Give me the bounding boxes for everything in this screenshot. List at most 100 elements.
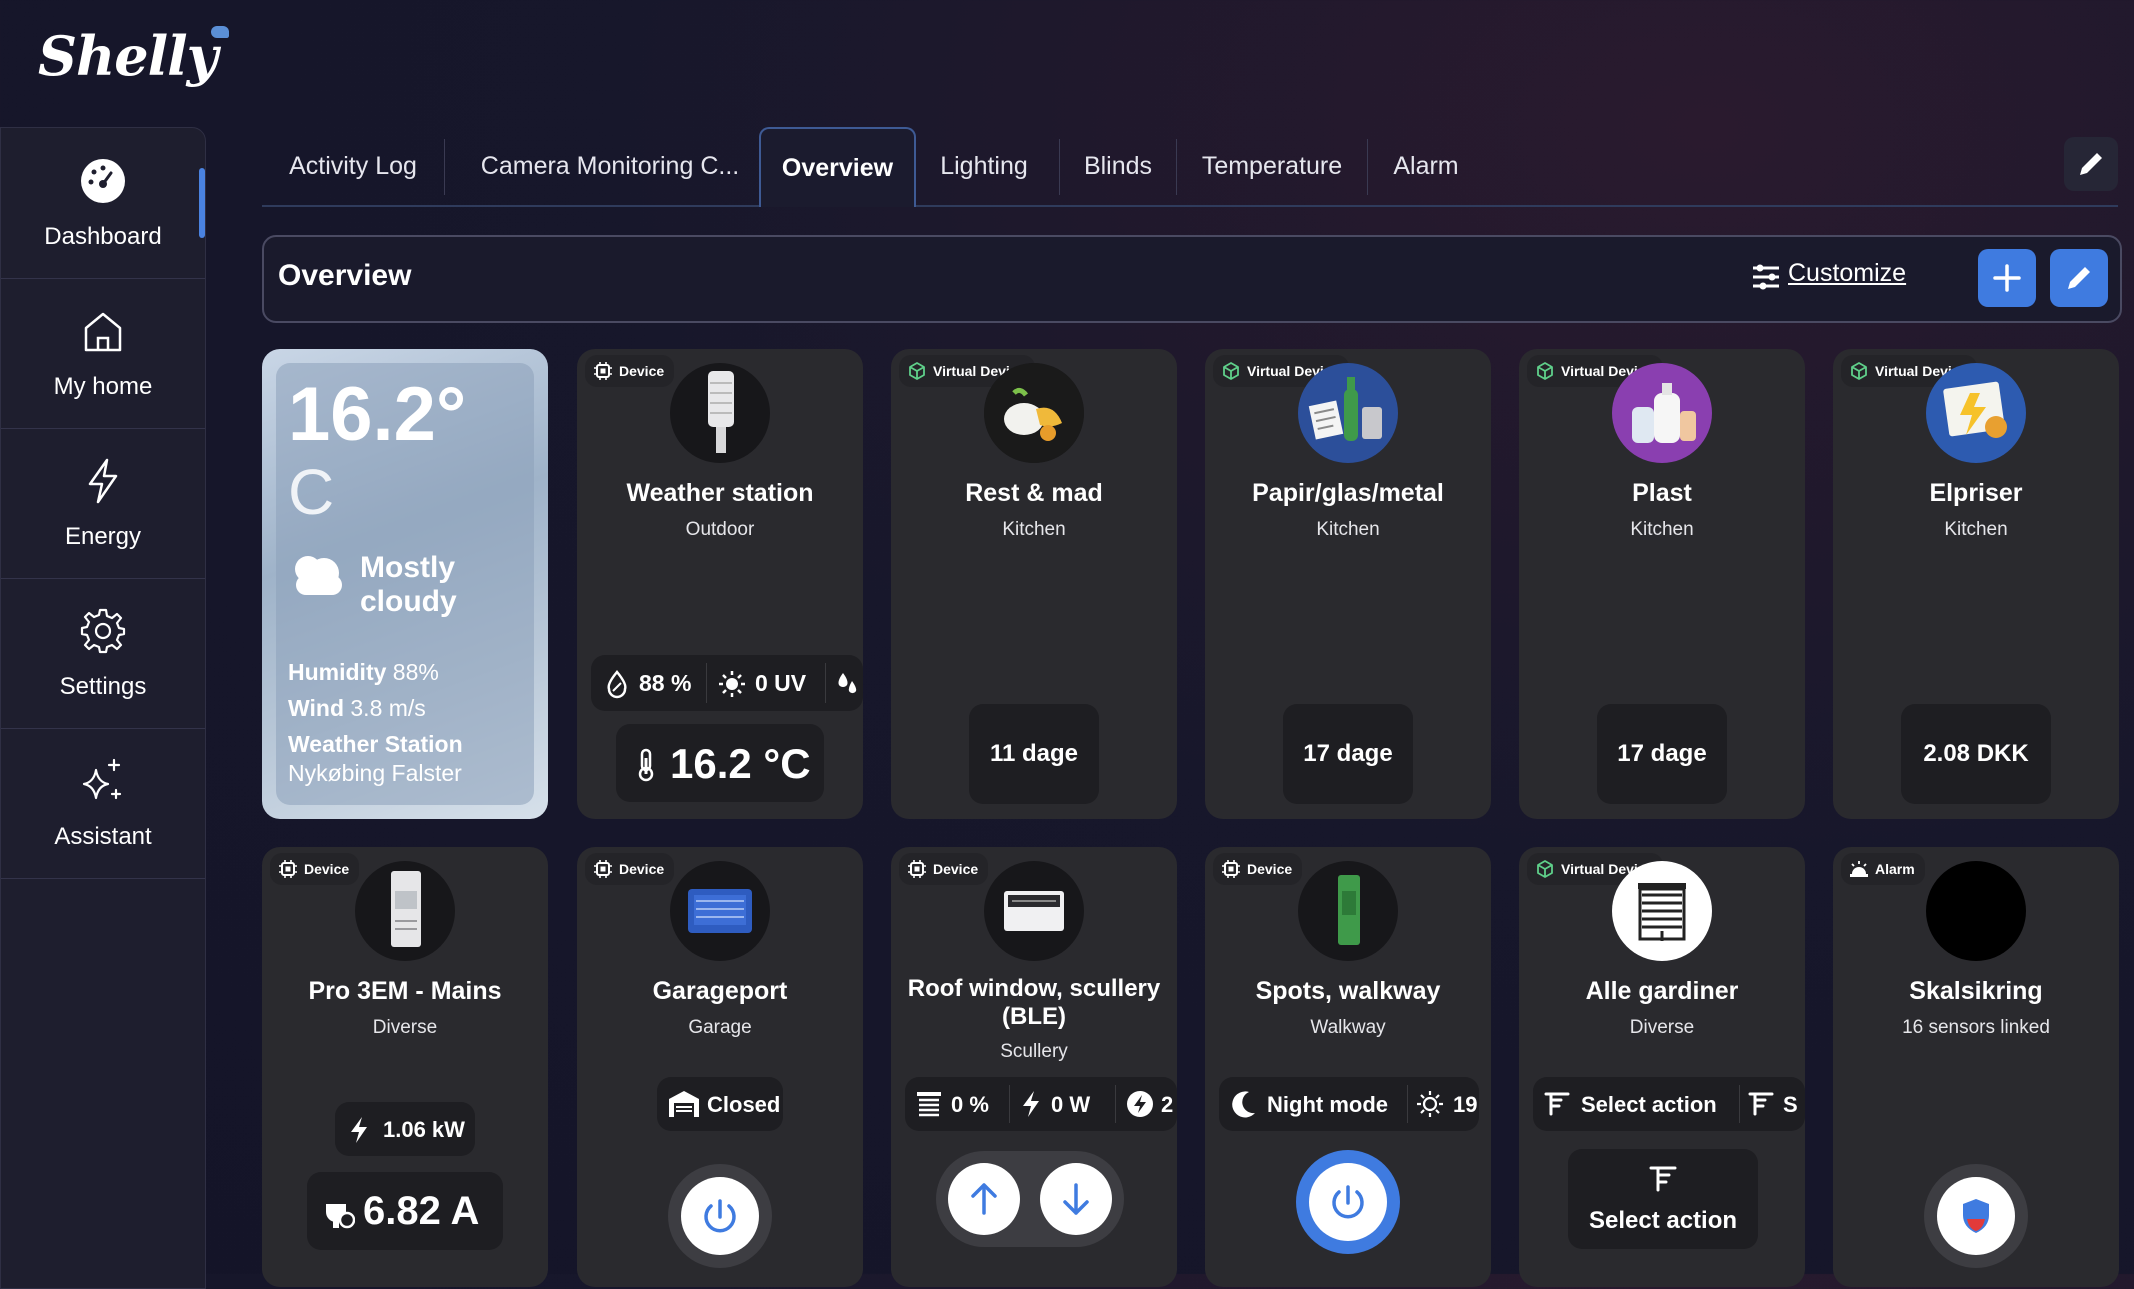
electricity-price-icon — [1926, 363, 2026, 463]
cube-icon — [1537, 362, 1553, 380]
close-button[interactable] — [1040, 1163, 1112, 1235]
moon-icon — [1232, 1091, 1255, 1118]
card-title: Pro 3EM - Mains — [308, 977, 502, 1005]
device-card-alle-gardiner[interactable]: Virtual Device Alle gardiner Diverse Sel… — [1519, 847, 1805, 1287]
tab-activity-log[interactable]: Activity Log — [262, 127, 444, 205]
card-subtitle: Outdoor — [685, 519, 755, 540]
sidebar-item-settings[interactable]: Settings — [1, 578, 205, 729]
card-subtitle: 16 sensors linked — [1902, 1017, 2050, 1038]
device-card-garageport[interactable]: Device Garageport Garage Closed — [577, 847, 863, 1287]
sidebar-item-dashboard[interactable]: Dashboard — [1, 128, 205, 279]
device-card-weather-station[interactable]: Device Weather station Outdoor 88 % 0 UV… — [577, 349, 863, 819]
garage-status-pill: Closed — [657, 1077, 783, 1131]
add-button[interactable] — [1978, 249, 2036, 307]
card-title: Plast — [1632, 479, 1692, 507]
device-card-elpriser[interactable]: Virtual Device Elpriser Kitchen 2.08 DKK — [1833, 349, 2119, 819]
device-card-spots-walkway[interactable]: Device Spots, walkway Walkway Night mode… — [1205, 847, 1491, 1287]
power-value: 0 W — [1051, 1092, 1091, 1117]
select-action-button[interactable]: Select action — [1568, 1149, 1758, 1249]
roof-window-readings: 0 % 0 W 2 — [905, 1077, 1177, 1131]
select-action-option[interactable]: Select action — [1581, 1092, 1717, 1118]
card-title: Weather station — [626, 479, 814, 507]
sun-icon — [719, 671, 745, 697]
chip-icon — [279, 860, 297, 878]
alarm-icon — [1850, 861, 1868, 877]
tab-camera-monitoring[interactable]: Camera Monitoring C... — [445, 127, 775, 205]
weather-condition-line: Mostly — [360, 551, 456, 584]
sidebar-item-energy[interactable]: Energy — [1, 428, 205, 579]
divider — [1739, 1085, 1740, 1123]
tab-overview[interactable]: Overview — [759, 127, 916, 207]
card-subtitle: Kitchen — [1944, 519, 2008, 540]
device-card-pro-3em[interactable]: Device Pro 3EM - Mains Diverse 1.06 kW 6… — [262, 847, 548, 1287]
card-title: Papir/glas/metal — [1252, 479, 1444, 507]
cube-icon — [1223, 362, 1239, 380]
lightning-icon — [1023, 1091, 1039, 1117]
device-image — [670, 363, 770, 463]
value-pill: 11 dage — [969, 704, 1099, 804]
device-card-plast[interactable]: Virtual Device Plast Kitchen 17 dage — [1519, 349, 1805, 819]
device-card-rest-mad[interactable]: Virtual Device Rest & mad Kitchen 11 dag… — [891, 349, 1177, 819]
cube-icon — [909, 362, 925, 380]
card-title: Skalsikring — [1909, 977, 2043, 1005]
weather-widget[interactable]: 16.2° C Mostly cloudy Humidity 88% Wind … — [262, 349, 548, 819]
position-value: 0 % — [951, 1092, 989, 1117]
sliders-icon — [1753, 264, 1779, 290]
wind-value: 3.8 m/s — [350, 695, 426, 721]
plus-icon — [1993, 264, 2021, 292]
power-button[interactable] — [1296, 1150, 1400, 1254]
alarm-card-skalsikring[interactable]: Alarm Skalsikring 16 sensors linked — [1833, 847, 2119, 1287]
power-pill: 1.06 kW — [335, 1102, 475, 1156]
weather-unit: C — [288, 456, 335, 528]
badge-label: Device — [933, 861, 979, 877]
device-badge: Device — [899, 853, 989, 885]
card-subtitle: Kitchen — [1002, 519, 1066, 540]
badge-label: Alarm — [1875, 861, 1915, 877]
sidebar-item-assistant[interactable]: Assistant — [1, 728, 205, 879]
home-icon — [84, 312, 122, 352]
badge-label: Device — [619, 861, 665, 877]
card-title: Rest & mad — [965, 479, 1103, 507]
card-subtitle: Walkway — [1310, 1017, 1386, 1038]
value-pill: 2.08 DKK — [1901, 704, 2051, 804]
tab-alarm[interactable]: Alarm — [1368, 127, 1484, 205]
arm-alarm-button[interactable] — [1924, 1164, 2028, 1268]
device-card-roof-window[interactable]: Device Roof window, scullery (BLE) Scull… — [891, 847, 1177, 1287]
curtains-icon — [1612, 861, 1712, 961]
sidebar-item-my-home[interactable]: My home — [1, 278, 205, 429]
card-title: Spots, walkway — [1255, 977, 1441, 1005]
temperature-pill: 16.2 °C — [616, 724, 824, 802]
chip-icon — [594, 362, 612, 380]
chip-icon — [1222, 860, 1240, 878]
select-action-option[interactable]: S — [1783, 1092, 1798, 1118]
plug-icon — [326, 1196, 355, 1229]
tab-blinds[interactable]: Blinds — [1060, 127, 1176, 205]
power-icon — [1332, 1185, 1364, 1219]
badge-label: Device — [1247, 861, 1293, 877]
current-value: 6.82 A — [363, 1189, 480, 1233]
garage-status: Closed — [707, 1092, 781, 1117]
open-button[interactable] — [948, 1163, 1020, 1235]
edit-button[interactable] — [2050, 249, 2108, 307]
edit-tabs-button[interactable] — [2064, 137, 2118, 191]
device-card-papir-glas-metal[interactable]: Virtual Device Papir/glas/metal Kitchen … — [1205, 349, 1491, 819]
page-title: Overview — [278, 259, 412, 292]
light-readings: Night mode 19 — [1219, 1077, 1479, 1131]
blinds-icon — [1649, 1166, 1677, 1192]
food-waste-icon — [984, 363, 1084, 463]
dashboard-icon — [81, 159, 125, 203]
power-button-face — [1309, 1163, 1387, 1241]
tab-lighting[interactable]: Lighting — [914, 127, 1054, 205]
tab-temperature[interactable]: Temperature — [1177, 127, 1367, 205]
active-indicator — [199, 168, 205, 238]
chip-icon — [908, 860, 926, 878]
garage-icon — [669, 1091, 699, 1117]
power-button[interactable] — [668, 1164, 772, 1268]
customize-link[interactable]: Customize — [1788, 259, 1906, 288]
temperature-value: 16.2 °C — [670, 740, 811, 787]
divider — [706, 663, 707, 703]
blinds-icon — [1748, 1092, 1774, 1116]
divider — [825, 663, 826, 703]
recycling-icon — [1298, 363, 1398, 463]
value-pill: 17 dage — [1597, 704, 1727, 804]
